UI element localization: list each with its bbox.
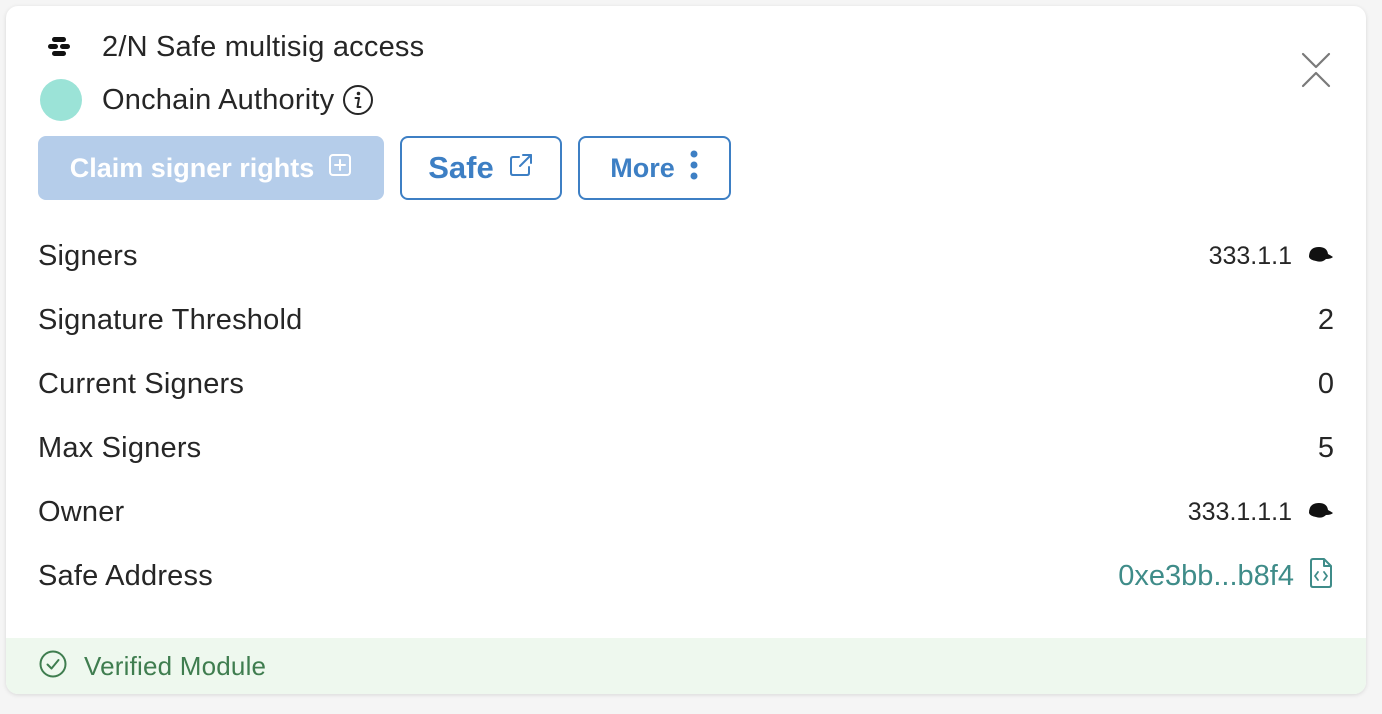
safe-button-label: Safe	[428, 150, 494, 185]
safe-address-label: Safe Address	[38, 559, 213, 592]
title-row: 2/N Safe multisig access	[38, 30, 424, 64]
more-vertical-icon	[689, 149, 699, 188]
hat-icon	[1306, 242, 1334, 271]
detail-row-owner: Owner 333.1.1.1	[38, 480, 1334, 544]
external-link-icon	[508, 150, 534, 186]
max-signers-value: 5	[1317, 431, 1334, 464]
info-icon[interactable]	[342, 84, 374, 116]
claim-signer-rights-button[interactable]: Claim signer rights	[38, 136, 384, 200]
detail-row-signers: Signers 333.1.1	[38, 224, 1334, 288]
safe-address-link[interactable]: 0xe3bb...b8f4	[1118, 560, 1294, 593]
threshold-label: Signature Threshold	[38, 303, 303, 336]
authority-avatar	[40, 79, 82, 121]
module-card: 2/N Safe multisig access Onchain Authori…	[6, 6, 1366, 694]
more-button-label: More	[610, 152, 675, 183]
action-bar: Claim signer rights Safe More	[38, 136, 731, 200]
current-signers-label: Current Signers	[38, 367, 245, 400]
owner-value[interactable]: 333.1.1.1	[1188, 498, 1334, 527]
detail-row-safe-address: Safe Address 0xe3bb...b8f4	[38, 544, 1334, 608]
current-signers-value: 0	[1317, 367, 1334, 400]
max-signers-label: Max Signers	[38, 431, 202, 464]
module-header: 2/N Safe multisig access Onchain Authori…	[38, 30, 1336, 122]
verified-module-label: Verified Module	[84, 650, 267, 681]
claim-button-label: Claim signer rights	[69, 152, 315, 183]
details-list: Signers 333.1.1 Signature Threshold 2 Cu…	[38, 224, 1334, 608]
detail-row-threshold: Signature Threshold 2	[38, 288, 1334, 352]
module-subtitle: Onchain Authority	[102, 83, 335, 116]
plus-square-icon	[328, 153, 352, 184]
safe-link-button[interactable]: Safe	[400, 136, 562, 200]
close-icon	[1301, 52, 1331, 93]
signers-value[interactable]: 333.1.1	[1209, 242, 1334, 271]
detail-row-current-signers: Current Signers 0	[38, 352, 1334, 416]
module-icon	[38, 30, 86, 64]
module-title: 2/N Safe multisig access	[102, 30, 425, 63]
check-circle-icon	[38, 649, 68, 684]
code-file-icon[interactable]	[1308, 557, 1334, 596]
subtitle-row: Onchain Authority	[40, 78, 374, 122]
signers-label: Signers	[38, 239, 138, 272]
owner-hat-id: 333.1.1.1	[1187, 497, 1292, 526]
owner-label: Owner	[38, 495, 125, 528]
safe-address-value[interactable]: 0xe3bb...b8f4	[1118, 557, 1334, 596]
detail-row-max-signers: Max Signers 5	[38, 416, 1334, 480]
close-button[interactable]	[1296, 52, 1336, 92]
more-button[interactable]: More	[578, 136, 731, 200]
threshold-value: 2	[1317, 303, 1334, 336]
signers-hat-id: 333.1.1	[1208, 241, 1292, 270]
verified-footer: Verified Module	[6, 638, 1366, 694]
hat-icon	[1306, 498, 1334, 527]
